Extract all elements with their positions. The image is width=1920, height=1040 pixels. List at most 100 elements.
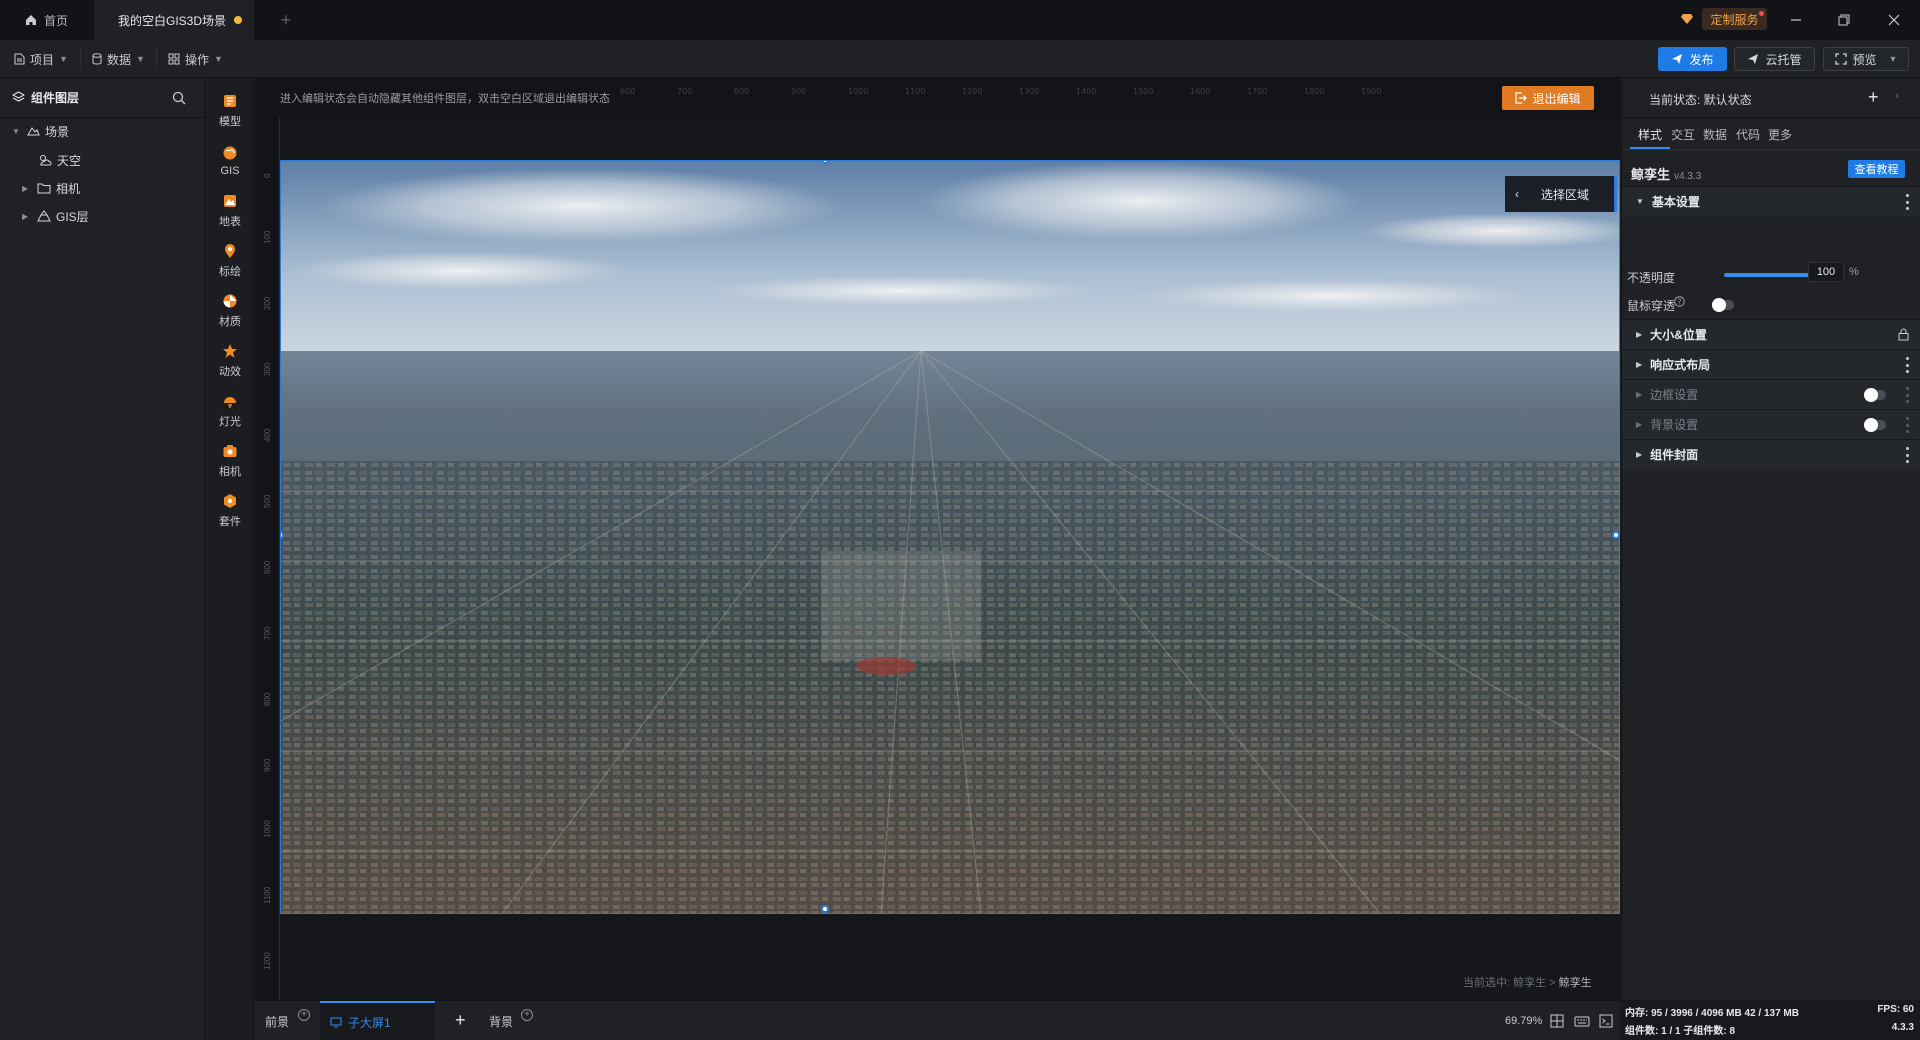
section-border-settings[interactable]: ▶ 边框设置 (1622, 379, 1920, 409)
tab-style[interactable]: 样式 (1638, 126, 1662, 143)
section-basic-settings[interactable]: ▼ 基本设置 (1622, 186, 1920, 216)
ruler-label: 400 (263, 428, 272, 442)
tool-effect[interactable]: 动效 (206, 336, 254, 386)
tab-code[interactable]: 代码 (1736, 126, 1760, 143)
custom-service-button[interactable]: 定制服务 (1702, 8, 1767, 30)
diamond-icon (1680, 12, 1694, 26)
close-button[interactable] (1880, 8, 1908, 32)
lock-icon[interactable] (1898, 328, 1909, 341)
tree-item-gis-layer[interactable]: ▶ GIS层 (22, 205, 89, 227)
component-count-stat: 组件数: 1 / 1 子组件数: 8 (1625, 1026, 1736, 1037)
ruler-label: 200 (263, 296, 272, 310)
more-icon[interactable] (1905, 194, 1909, 210)
search-icon[interactable] (172, 91, 186, 105)
opacity-slider[interactable] (1724, 273, 1819, 277)
ruler-label: 800 (263, 692, 272, 706)
menu-operation[interactable]: 操作 ▼ (168, 48, 223, 70)
menu-data-label: 数据 (107, 52, 132, 67)
tool-kit[interactable]: 套件 (206, 486, 254, 536)
tool-light[interactable]: 灯光 (206, 386, 254, 436)
terminal-icon[interactable] (1599, 1014, 1613, 1028)
active-tab-indicator (1630, 147, 1670, 149)
grid-icon (168, 53, 180, 65)
subscreen-tab[interactable]: 子大屏1 (320, 1001, 435, 1040)
ruler-label: 1600 (1190, 87, 1210, 96)
minimize-button[interactable] (1782, 8, 1810, 32)
add-state-icon[interactable]: + (1868, 87, 1879, 108)
component-version: v4.3.3 (1674, 171, 1702, 182)
cloud-hosting-button[interactable]: 云托管 (1734, 47, 1815, 71)
add-background-icon[interactable]: + (521, 1009, 533, 1021)
menu-divider (156, 46, 157, 68)
title-bar: 首页 我的空白GIS3D场景 + 定制服务 (0, 0, 1920, 40)
tool-terrain[interactable]: 地表 (206, 186, 254, 236)
tree-item-scene[interactable]: ▼ 场景 (12, 120, 69, 142)
menu-data[interactable]: 数据 ▼ (92, 48, 145, 70)
chevron-right-icon[interactable]: › (1895, 90, 1899, 102)
tool-material[interactable]: 材质 (206, 286, 254, 336)
tree-item-camera[interactable]: ▶ 相机 (22, 177, 80, 199)
monitor-icon (330, 1017, 342, 1028)
selection-current: 鲸孪生 (1558, 977, 1592, 989)
resize-handle[interactable] (821, 905, 829, 913)
help-icon[interactable]: ? (1674, 296, 1685, 307)
tab-home[interactable]: 首页 (0, 0, 93, 40)
foreground-label: 前景 (265, 1014, 290, 1029)
view-tutorial-button[interactable]: 查看教程 (1848, 160, 1905, 178)
tool-model[interactable]: 模型 (206, 86, 254, 136)
fps-stat: FPS: 60 (1877, 1004, 1914, 1015)
tool-camera[interactable]: 相机 (206, 436, 254, 486)
publish-button[interactable]: 发布 (1658, 47, 1727, 71)
caret-right-icon: ▶ (22, 211, 29, 221)
section-background-settings[interactable]: ▶ 背景设置 (1622, 409, 1920, 439)
scene-viewport[interactable] (280, 160, 1620, 914)
selection-path: 鲸孪生 > (1513, 977, 1559, 989)
tree-item-sky[interactable]: 天空 (38, 149, 81, 171)
svg-text:?: ? (1678, 297, 1682, 306)
tool-label: 灯光 (219, 416, 241, 428)
tool-plot[interactable]: 标绘 (206, 236, 254, 286)
opacity-input[interactable]: 100 (1808, 262, 1844, 282)
ruler-label: 1000 (263, 820, 272, 838)
section-size-position[interactable]: ▶ 大小&位置 (1622, 319, 1920, 349)
pin-icon (225, 244, 235, 258)
tool-label: 模型 (219, 116, 241, 128)
canvas-area[interactable]: 600 700 800 900 1000 1100 1200 1300 1400 1500 1600… (255, 78, 1620, 1000)
fit-screen-icon[interactable] (1550, 1014, 1564, 1028)
section-responsive-layout[interactable]: ▶ 响应式布局 (1622, 349, 1920, 379)
mouse-pass-toggle[interactable] (1712, 298, 1734, 312)
edit-hint-bar: 600 700 800 900 1000 1100 1200 1300 1400 1500 1600… (255, 78, 1620, 118)
background-tab[interactable]: 背景 (489, 1001, 513, 1040)
caret-right-icon: ▶ (1636, 450, 1643, 459)
tree-item-label: 天空 (57, 153, 82, 168)
add-foreground-icon[interactable]: + (298, 1009, 310, 1021)
preview-button[interactable]: 预览 ▼ (1823, 47, 1909, 71)
maximize-button[interactable] (1830, 8, 1858, 32)
ruler-label: 700 (263, 626, 272, 640)
tab-more[interactable]: 更多 (1768, 126, 1792, 143)
component-name: 鲸孪生 (1631, 167, 1671, 182)
background-toggle[interactable] (1864, 418, 1886, 432)
border-toggle[interactable] (1864, 388, 1886, 402)
more-icon[interactable] (1905, 387, 1909, 403)
sky-icon (40, 155, 52, 166)
tool-gis[interactable]: GIS (206, 136, 254, 186)
add-screen-icon[interactable]: + (455, 1010, 466, 1031)
select-area-button[interactable]: ‹ 选择区域 (1505, 176, 1617, 212)
more-icon[interactable] (1905, 357, 1909, 373)
tab-scene[interactable]: 我的空白GIS3D场景 (94, 0, 254, 40)
menu-project[interactable]: 项目 ▼ (14, 48, 68, 70)
exit-edit-button[interactable]: 退出编辑 (1502, 86, 1594, 110)
tab-data[interactable]: 数据 (1703, 126, 1727, 143)
more-icon[interactable] (1905, 447, 1909, 463)
model-icon (224, 95, 236, 107)
zoom-level: 69.79% (1505, 1015, 1543, 1027)
resize-handle[interactable] (1612, 531, 1619, 539)
add-tab-button[interactable]: + (272, 0, 300, 40)
more-icon[interactable] (1905, 417, 1909, 433)
folder-icon (37, 183, 51, 194)
foreground-tab[interactable]: 前景 (265, 1001, 289, 1040)
section-component-cover[interactable]: ▶ 组件封面 (1622, 439, 1920, 469)
keyboard-icon[interactable] (1574, 1014, 1590, 1028)
tab-interaction[interactable]: 交互 (1671, 126, 1695, 143)
